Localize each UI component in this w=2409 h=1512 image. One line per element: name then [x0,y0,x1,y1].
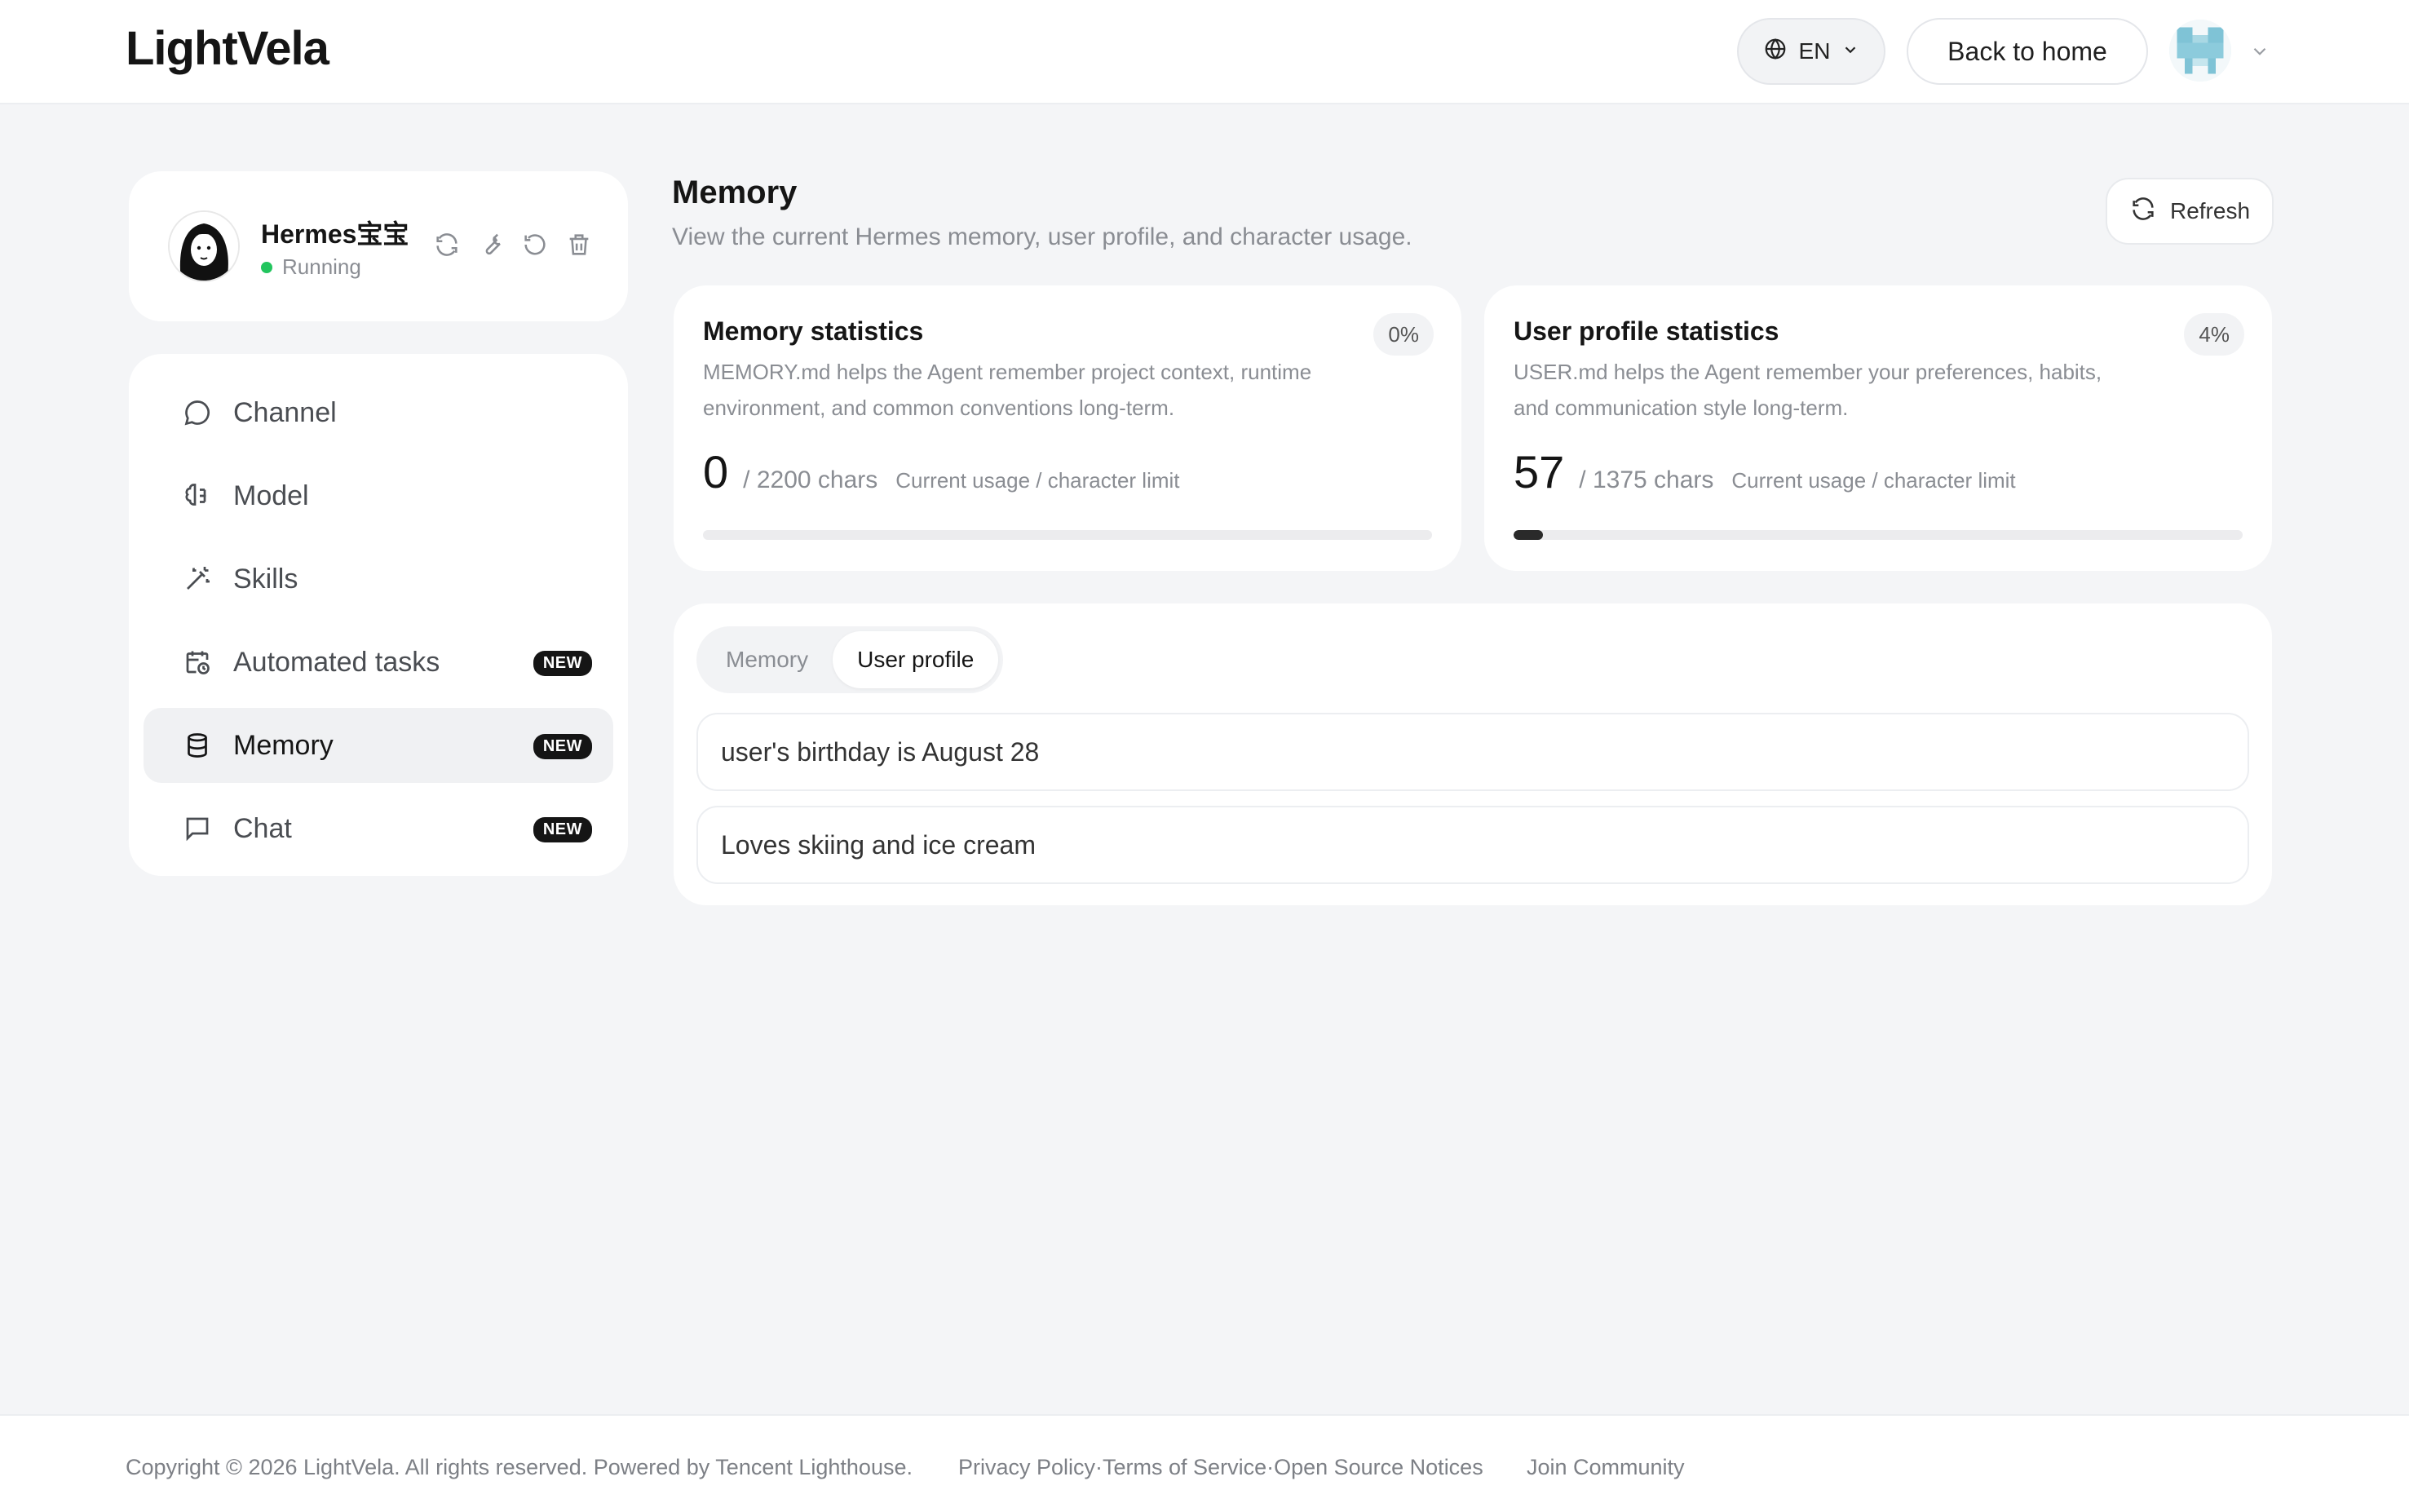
sidebar-item-skills[interactable]: Skills [144,542,613,617]
profile-stats-description: USER.md helps the Agent remember your pr… [1514,360,2102,420]
memory-stats-description: MEMORY.md helps the Agent remember proje… [703,360,1312,420]
sidebar-item-label: Skills [233,563,298,595]
calendar-clock-icon [181,646,214,679]
sidebar-item-chat[interactable]: Chat NEW [144,791,613,866]
sidebar-item-label: Memory [233,729,334,761]
profile-current-count: 57 [1514,446,1565,497]
brain-icon [181,480,214,512]
sidebar-item-label: Model [233,480,309,511]
chat-bubble-icon [181,396,214,429]
app-logo[interactable]: LightVela [126,21,329,76]
memory-usage-caption: Current usage / character limit [895,468,1180,493]
agent-status: Running [261,254,361,280]
sidebar-item-label: Automated tasks [233,646,440,678]
memory-progress-bar [703,530,1432,540]
trash-icon[interactable] [564,228,594,261]
new-badge: NEW [533,817,592,842]
database-icon [181,729,214,762]
sidebar-item-label: Chat [233,812,292,844]
user-avatar[interactable] [2169,20,2231,82]
tab-memory[interactable]: Memory [701,631,833,688]
page-footer: Copyright © 2026 LightVela. All rights r… [0,1414,2409,1512]
new-badge: NEW [533,651,592,676]
profile-stats-percent: 4% [2184,313,2244,356]
sidebar-item-channel[interactable]: Channel [144,375,613,450]
restart-icon[interactable] [520,228,550,261]
agent-avatar [168,210,240,282]
chevron-down-icon [1841,38,1859,64]
footer-legal-links[interactable]: Privacy Policy·Terms of Service·Open Sou… [958,1455,1483,1480]
list-item[interactable]: user's birthday is August 28 [696,713,2249,791]
refresh-icon [2129,195,2157,228]
refresh-label: Refresh [2169,198,2251,223]
wrench-icon[interactable] [476,228,506,261]
top-header: LightVela EN Back to home [0,0,2409,104]
sidebar-item-automated-tasks[interactable]: Automated tasks NEW [144,625,613,700]
memory-entries-card: Memory User profile user's birthday is A… [674,603,2272,905]
profile-stats-title: User profile statistics [1514,316,1779,346]
agent-actions [432,228,594,261]
profile-progress-bar [1514,530,2243,540]
footer-copyright: Copyright © 2026 LightVela. All rights r… [126,1455,913,1479]
memory-stats-usage: 0 / 2200 chars Current usage / character… [703,445,1180,498]
status-dot [261,261,272,273]
memory-stats-title: Memory statistics [703,316,924,346]
memory-current-count: 0 [703,446,729,497]
refresh-button[interactable]: Refresh [2106,178,2274,245]
sync-icon[interactable] [432,228,462,261]
magic-wand-icon [181,563,214,595]
memory-tabs: Memory User profile [696,626,1004,693]
globe-icon [1763,37,1788,67]
page-subtitle: View the current Hermes memory, user pro… [672,223,1412,250]
sidebar-item-memory[interactable]: Memory NEW [144,708,613,783]
memory-stats-percent: 0% [1373,313,1434,356]
footer-join-community-link[interactable]: Join Community [1527,1455,1685,1480]
profile-progress-fill [1514,530,1543,540]
profile-char-limit: / 1375 chars [1579,466,1714,493]
back-to-home-button[interactable]: Back to home [1907,18,2148,85]
sidebar-nav: Channel Model Skills Automated tasks NEW… [129,354,628,876]
language-label: EN [1798,38,1831,64]
page-title: Memory [672,175,798,210]
message-square-icon [181,812,214,845]
profile-usage-caption: Current usage / character limit [1731,468,2016,493]
sidebar-item-model[interactable]: Model [144,458,613,533]
user-profile-statistics-card: User profile statistics USER.md helps th… [1484,285,2272,571]
memory-statistics-card: Memory statistics MEMORY.md helps the Ag… [674,285,1461,571]
new-badge: NEW [533,734,592,759]
agent-card: Hermes宝宝 Running [129,171,628,321]
agent-name: Hermes宝宝 [261,219,409,249]
profile-stats-usage: 57 / 1375 chars Current usage / characte… [1514,445,2016,498]
tab-user-profile[interactable]: User profile [833,631,999,688]
list-item[interactable]: Loves skiing and ice cream [696,806,2249,884]
agent-status-label: Running [282,254,361,279]
language-selector[interactable]: EN [1737,18,1885,85]
memory-char-limit: / 2200 chars [743,466,878,493]
account-menu-chevron-icon[interactable] [2249,41,2270,66]
sidebar-item-label: Channel [233,396,337,428]
